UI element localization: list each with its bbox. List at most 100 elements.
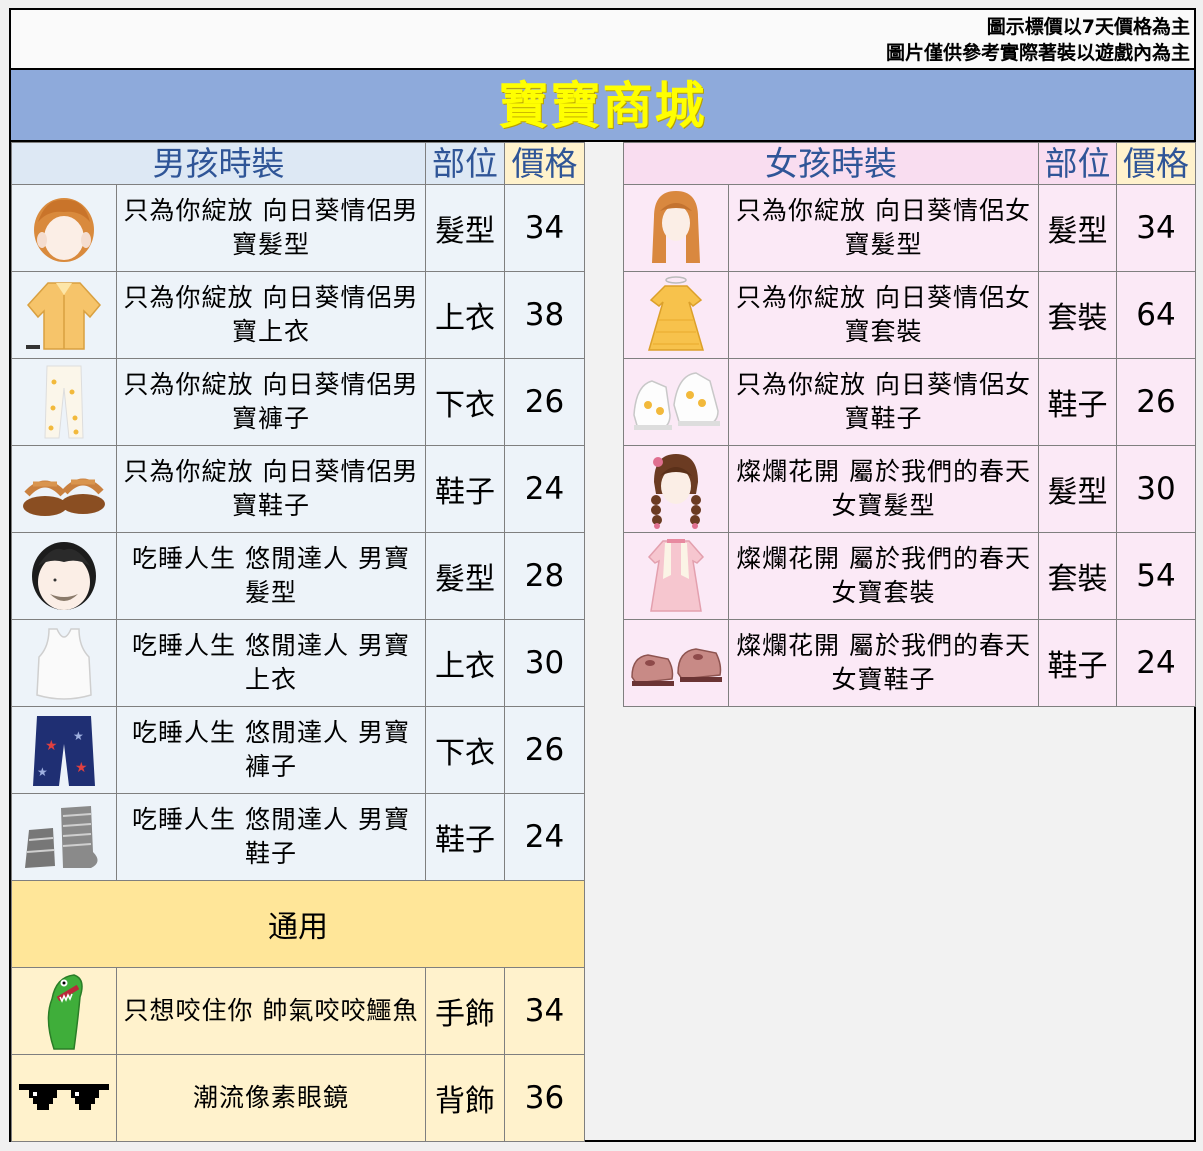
table-row[interactable]: 燦爛花開 屬於我們的春天 女寶套裝 套裝 54	[623, 532, 1196, 620]
girls-header-part: 部位	[1038, 142, 1117, 185]
item-part: 鞋子	[1038, 358, 1117, 446]
table-row[interactable]: 燦爛花開 屬於我們的春天 女寶髮型 髮型 30	[623, 445, 1196, 533]
item-name: 只為你綻放 向日葵情侶女寶髮型	[728, 184, 1039, 272]
note-line-2: 圖片僅供參考實際著裝以遊戲內為主	[885, 42, 1190, 64]
item-name: 只想咬住你 帥氣咬咬鱷魚	[116, 967, 426, 1055]
item-price: 36	[504, 1054, 585, 1142]
boys-header-price: 價格	[504, 142, 585, 185]
item-part: 髮型	[1038, 445, 1117, 533]
item-price: 30	[504, 619, 585, 707]
item-price: 24	[504, 445, 585, 533]
item-part: 背飾	[425, 1054, 505, 1142]
item-part: 鞋子	[425, 793, 505, 881]
item-part: 鞋子	[425, 445, 505, 533]
item-name: 燦爛花開 屬於我們的春天 女寶髮型	[728, 445, 1039, 533]
empty-area	[623, 707, 1194, 1140]
item-name: 吃睡人生 悠閒達人 男寶褲子	[116, 706, 426, 794]
item-name: 吃睡人生 悠閒達人 男寶髮型	[116, 532, 426, 620]
item-price: 38	[504, 271, 585, 359]
item-price: 34	[504, 967, 585, 1055]
item-part: 髮型	[1038, 184, 1117, 272]
item-image	[11, 445, 117, 533]
svg-text:★: ★	[73, 729, 84, 743]
note-line-1: 圖示標價以7天價格為主	[986, 16, 1190, 38]
girl-pink-dress-icon	[647, 539, 705, 612]
item-name: 只為你綻放 向日葵情侶男寶髮型	[116, 184, 426, 272]
column-gap	[583, 142, 623, 1140]
table-row[interactable]: 吃睡人生 悠閒達人 男寶髮型 髮型 28	[11, 532, 585, 620]
item-image	[11, 1054, 117, 1142]
table-row[interactable]: 只為你綻放 向日葵情侶男寶髮型 髮型 34	[11, 184, 585, 272]
table-row[interactable]: 只為你綻放 向日葵情侶女寶髮型 髮型 34	[623, 184, 1196, 272]
item-image	[11, 358, 117, 446]
item-part: 髮型	[425, 184, 505, 272]
svg-text:★: ★	[75, 760, 88, 776]
item-image	[623, 532, 729, 620]
table-row[interactable]: 只為你綻放 向日葵情侶男寶上衣 上衣 38	[11, 271, 585, 359]
girls-header-price: 價格	[1116, 142, 1196, 185]
notes: 圖示標價以7天價格為主 圖片僅供參考實際著裝以遊戲內為主	[11, 10, 1194, 70]
item-image	[11, 271, 117, 359]
boy-tank-top-icon	[36, 628, 92, 700]
boys-header-part: 部位	[425, 142, 505, 185]
item-price: 26	[504, 358, 585, 446]
svg-text:★: ★	[37, 765, 48, 779]
girl-sunflower-dress-icon	[648, 276, 704, 351]
table-row[interactable]: ★ ★ ★ ★ 吃睡人生 悠閒達人 男寶褲子 下衣 26	[11, 706, 585, 794]
table-row[interactable]: 只為你綻放 向日葵情侶男寶鞋子 鞋子 24	[11, 445, 585, 533]
item-price: 54	[1116, 532, 1196, 620]
table-row[interactable]: 只想咬住你 帥氣咬咬鱷魚 手飾 34	[11, 967, 585, 1055]
girl-sunflower-sneakers-icon	[633, 372, 720, 430]
item-image	[11, 793, 117, 881]
item-name: 只為你綻放 向日葵情侶男寶上衣	[116, 271, 426, 359]
item-name: 吃睡人生 悠閒達人 男寶鞋子	[116, 793, 426, 881]
item-name: 只為你綻放 向日葵情侶女寶鞋子	[728, 358, 1039, 446]
girls-table: 女孩時裝 部位 價格 只為你綻放 向日葵情侶女寶髮型 髮型 34 只為你綻放 向…	[623, 142, 1196, 707]
table-row[interactable]: 只為你綻放 向日葵情侶男寶褲子 下衣 26	[11, 358, 585, 446]
item-name: 只為你綻放 向日葵情侶男寶鞋子	[116, 445, 426, 533]
spreadsheet: 圖示標價以7天價格為主 圖片僅供參考實際著裝以遊戲內為主 寶寶商城 男孩時裝 部…	[9, 8, 1196, 1142]
page-title: 寶寶商城	[11, 70, 1194, 142]
item-price: 26	[504, 706, 585, 794]
item-price: 24	[1116, 619, 1196, 707]
boys-header-row: 男孩時裝 部位 價格	[11, 142, 585, 185]
boy-sunflower-pants-icon	[44, 365, 84, 439]
table-row[interactable]: 燦爛花開 屬於我們的春天 女寶鞋子 鞋子 24	[623, 619, 1196, 707]
boy-sunflower-shirt-icon	[26, 282, 101, 350]
crocodile-icon	[47, 974, 83, 1050]
item-part: 套裝	[1038, 532, 1117, 620]
item-part: 手飾	[425, 967, 505, 1055]
common-header: 通用	[11, 880, 585, 968]
item-price: 34	[1116, 184, 1196, 272]
item-part: 下衣	[425, 358, 505, 446]
table-row[interactable]: 吃睡人生 悠閒達人 男寶鞋子 鞋子 24	[11, 793, 585, 881]
boys-header-name: 男孩時裝	[11, 142, 426, 185]
item-price: 26	[1116, 358, 1196, 446]
item-price: 28	[504, 532, 585, 620]
item-name: 潮流像素眼鏡	[116, 1054, 426, 1142]
boys-table: 男孩時裝 部位 價格 只為你綻放 向日葵情侶男寶髮型 髮型 34 只為你綻放 向…	[11, 142, 585, 1142]
boy-sunflower-hair-icon	[34, 198, 94, 262]
girl-pink-shoes-icon	[631, 648, 722, 686]
item-part: 上衣	[425, 271, 505, 359]
item-part: 下衣	[425, 706, 505, 794]
svg-text:★: ★	[45, 738, 58, 754]
item-price: 24	[504, 793, 585, 881]
girl-braid-hair-icon	[651, 454, 701, 529]
pixel-sunglasses-icon	[19, 1084, 109, 1110]
table-row[interactable]: 吃睡人生 悠閒達人 男寶上衣 上衣 30	[11, 619, 585, 707]
item-part: 套裝	[1038, 271, 1117, 359]
item-image	[11, 619, 117, 707]
item-image	[623, 271, 729, 359]
item-image	[623, 619, 729, 707]
item-name: 吃睡人生 悠閒達人 男寶上衣	[116, 619, 426, 707]
item-part: 鞋子	[1038, 619, 1117, 707]
item-name: 只為你綻放 向日葵情侶男寶褲子	[116, 358, 426, 446]
table-row[interactable]: 只為你綻放 向日葵情侶女寶鞋子 鞋子 26	[623, 358, 1196, 446]
table-row[interactable]: 只為你綻放 向日葵情侶女寶套裝 套裝 64	[623, 271, 1196, 359]
item-image	[623, 445, 729, 533]
item-price: 34	[504, 184, 585, 272]
boy-uncle-hair-icon	[32, 542, 96, 610]
common-header-row: 通用	[11, 880, 585, 968]
table-row[interactable]: 潮流像素眼鏡 背飾 36	[11, 1054, 585, 1142]
